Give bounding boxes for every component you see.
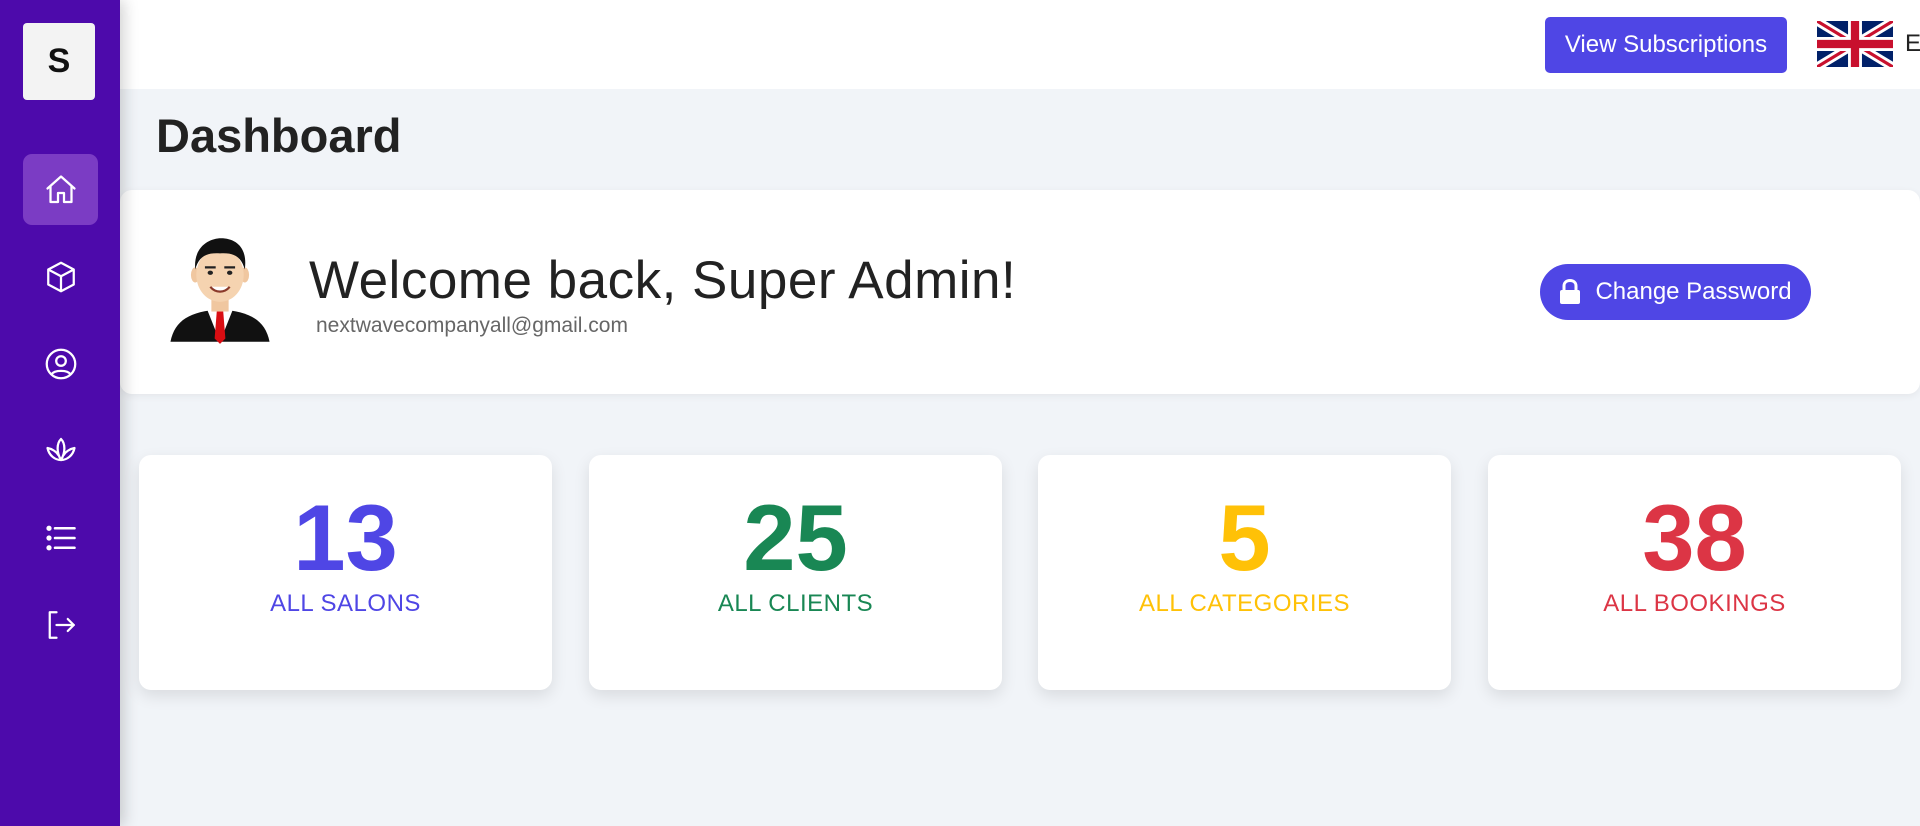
lock-icon — [1560, 279, 1581, 304]
sidebar-item-logout[interactable] — [23, 589, 98, 660]
stat-card-bookings[interactable]: 38 ALL BOOKINGS — [1488, 455, 1901, 690]
admin-avatar — [170, 238, 270, 344]
language-label: English — [1905, 30, 1920, 57]
stat-card-clients[interactable]: 25 ALL CLIENTS — [589, 455, 1002, 690]
welcome-greeting: Welcome back, Super Admin! — [309, 251, 1017, 310]
stat-value: 38 — [1642, 485, 1747, 590]
user-circle-icon — [45, 348, 76, 379]
change-password-label: Change Password — [1595, 278, 1792, 305]
top-bar: View Subscriptions English — [120, 0, 1920, 89]
app-logo[interactable]: S — [23, 23, 95, 100]
sidebar-item-home[interactable] — [23, 154, 98, 225]
stat-value: 5 — [1218, 485, 1271, 590]
list-icon — [45, 525, 76, 550]
sidebar-item-products[interactable] — [23, 241, 98, 312]
stat-card-categories[interactable]: 5 ALL CATEGORIES — [1038, 455, 1451, 690]
stat-label: ALL BOOKINGS — [1603, 590, 1786, 617]
language-selector[interactable]: English — [1817, 20, 1920, 68]
box-icon — [46, 261, 75, 292]
welcome-card: Welcome back, Super Admin! nextwavecompa… — [120, 190, 1920, 394]
change-password-button[interactable]: Change Password — [1540, 264, 1811, 320]
logout-icon — [48, 610, 75, 639]
stat-label: ALL CLIENTS — [717, 590, 874, 617]
admin-email: nextwavecompanyall@gmail.com — [316, 314, 628, 337]
page-title: Dashboard — [156, 109, 402, 162]
stat-value: 25 — [743, 485, 848, 590]
sidebar-item-users[interactable] — [23, 328, 98, 399]
sidebar-item-services[interactable] — [23, 415, 98, 486]
lotus-icon — [45, 437, 76, 461]
stat-value: 13 — [293, 485, 398, 590]
sidebar: S — [0, 0, 120, 826]
stat-card-salons[interactable]: 13 ALL SALONS — [139, 455, 552, 690]
uk-flag-icon — [1817, 21, 1893, 67]
stat-label: ALL SALONS — [270, 590, 421, 617]
home-icon — [45, 174, 76, 203]
stat-label: ALL CATEGORIES — [1138, 590, 1351, 617]
view-subscriptions-button[interactable]: View Subscriptions — [1545, 17, 1787, 73]
sidebar-item-list[interactable] — [23, 502, 98, 573]
